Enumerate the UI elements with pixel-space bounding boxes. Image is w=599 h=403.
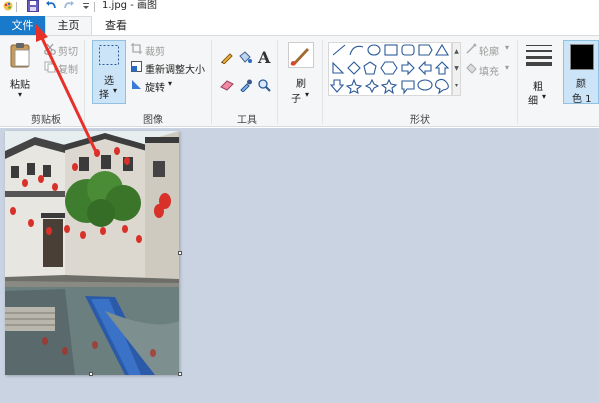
color1-swatch xyxy=(570,44,594,70)
undo-icon[interactable] xyxy=(45,0,57,12)
tab-file[interactable]: 文件 xyxy=(0,16,45,36)
paint-app-icon[interactable] xyxy=(3,1,13,11)
shapes-scroll[interactable]: ▲ ▼ ▾ xyxy=(452,42,461,96)
color1-label-2: 色 1 xyxy=(572,94,592,105)
text-icon[interactable]: A xyxy=(258,48,270,67)
divider xyxy=(94,2,95,12)
size-label-1: 粗 xyxy=(533,82,543,93)
ribbon-tabs: 文件 主页 查看 xyxy=(0,14,599,36)
redo-icon[interactable] xyxy=(63,0,75,12)
resize-button[interactable]: 重新调整大小 xyxy=(145,61,205,76)
divider xyxy=(277,40,278,124)
crop-icon xyxy=(131,43,142,57)
rotate-button[interactable]: 旋转 xyxy=(145,79,165,94)
select-button[interactable]: 选 择 ▾ xyxy=(92,40,126,104)
divider xyxy=(84,40,85,124)
outline-dropdown-icon[interactable]: ▾ xyxy=(505,43,509,52)
tools-group-label: 工具 xyxy=(237,115,257,126)
brushes-button[interactable]: 刷 子 ▾ xyxy=(284,40,318,105)
clipboard-group-label: 剪贴板 xyxy=(31,115,61,126)
customize-qa-icon[interactable] xyxy=(82,2,90,10)
size-button[interactable]: 粗 细 ▾ xyxy=(522,40,556,107)
select-icon xyxy=(98,44,120,69)
save-icon[interactable] xyxy=(27,0,39,12)
canvas-image[interactable] xyxy=(5,131,179,375)
fill-button[interactable]: 填充 xyxy=(479,63,499,78)
divider xyxy=(211,40,212,124)
brushes-label-1: 刷 xyxy=(296,79,306,90)
fill-bucket-icon[interactable] xyxy=(238,51,252,67)
tab-home[interactable]: 主页 xyxy=(45,16,92,36)
rotate-icon xyxy=(131,79,142,93)
divider xyxy=(517,40,518,124)
cut-icon xyxy=(44,43,56,58)
fill-icon xyxy=(466,63,477,77)
color1-button[interactable]: 颜 色 1 xyxy=(563,40,599,105)
outline-icon xyxy=(466,43,477,57)
magnifier-icon[interactable] xyxy=(258,79,271,95)
brushes-label-2: 子 xyxy=(291,94,301,105)
shapes-gallery[interactable] xyxy=(328,42,452,96)
paste-label: 粘贴 xyxy=(10,80,30,91)
resize-handle-corner[interactable] xyxy=(178,372,182,376)
color1-label-1: 颜 xyxy=(576,79,586,90)
brushes-dropdown-icon[interactable]: ▾ xyxy=(305,90,309,99)
divider xyxy=(322,40,323,124)
cut-button[interactable]: 剪切 xyxy=(58,43,78,58)
size-label-2: 细 xyxy=(528,96,538,107)
select-label-1: 选 xyxy=(104,76,114,87)
outline-button[interactable]: 轮廓 xyxy=(479,43,499,58)
paste-dropdown-icon[interactable]: ▾ xyxy=(18,90,22,99)
copy-button[interactable]: 复制 xyxy=(58,61,78,76)
line-width-icon xyxy=(526,44,552,69)
divider xyxy=(16,2,17,12)
resize-handle-bottom[interactable] xyxy=(89,372,93,376)
paste-icon xyxy=(10,42,32,71)
pencil-icon[interactable] xyxy=(220,51,233,67)
resize-icon xyxy=(131,61,142,75)
tab-view[interactable]: 查看 xyxy=(96,16,136,36)
shapes-group-label: 形状 xyxy=(410,115,430,126)
fill-dropdown-icon[interactable]: ▾ xyxy=(505,63,509,72)
crop-button[interactable]: 裁剪 xyxy=(145,43,165,58)
ribbon-home: 粘贴 ▾ 剪切 复制 剪贴板 选 择 ▾ 裁剪 重新调整大小 旋转 ▾ 图像 A… xyxy=(0,35,599,127)
color-picker-icon[interactable] xyxy=(239,79,252,95)
size-dropdown-icon[interactable]: ▾ xyxy=(542,92,546,101)
image-group-label: 图像 xyxy=(143,115,163,126)
paste-button[interactable]: 粘贴 ▾ xyxy=(4,40,38,102)
copy-icon xyxy=(44,61,56,76)
title-bar: 1.jpg - 画图 xyxy=(0,0,599,14)
window-title: 1.jpg - 画图 xyxy=(102,0,157,11)
select-dropdown-icon[interactable]: ▾ xyxy=(113,86,117,95)
canvas-workspace[interactable] xyxy=(0,128,599,403)
rotate-dropdown-icon[interactable]: ▾ xyxy=(168,79,172,88)
brush-icon xyxy=(288,42,314,71)
select-label-2: 择 xyxy=(99,90,109,101)
resize-handle-right[interactable] xyxy=(178,251,182,255)
eraser-icon[interactable] xyxy=(220,80,234,94)
